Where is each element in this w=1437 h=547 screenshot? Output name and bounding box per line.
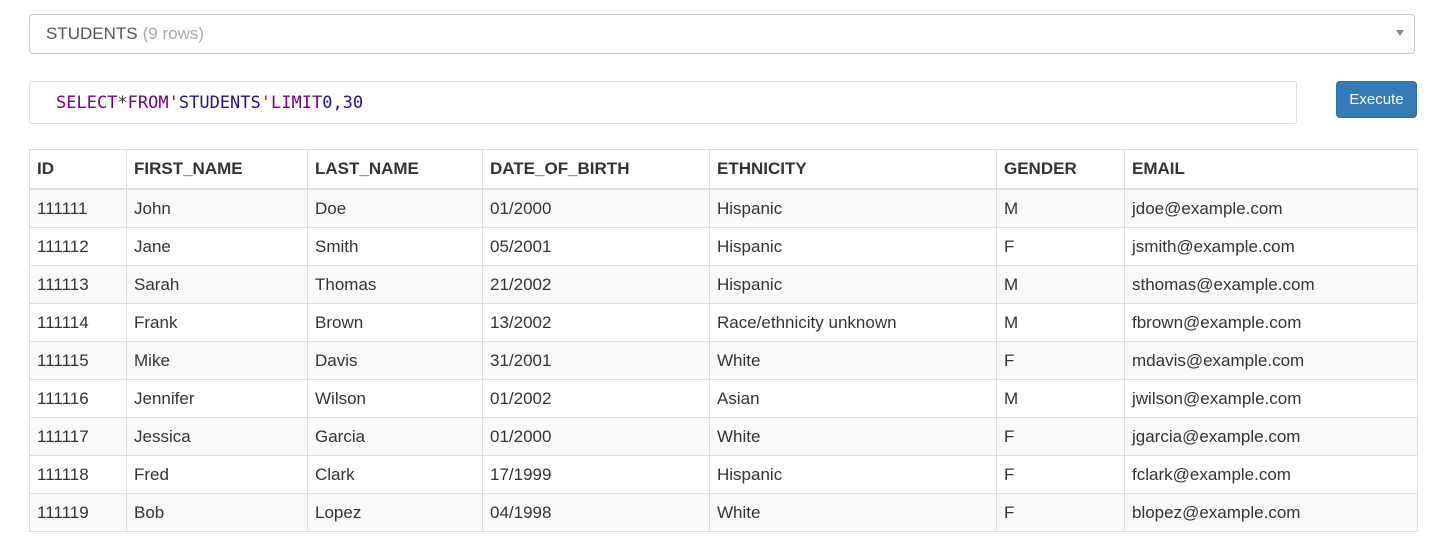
cell-ethnicity: Hispanic	[709, 455, 997, 494]
selected-table-row-count: (9 rows)	[142, 24, 205, 43]
results-header-row: ID FIRST_NAME LAST_NAME DATE_OF_BIRTH ET…	[29, 149, 1418, 190]
table-row[interactable]: 111116 Jennifer Wilson 01/2002 Asian Mjwilson…	[29, 379, 1418, 418]
selected-table-name: STUDENTS	[46, 24, 138, 43]
execute-button[interactable]: Execute	[1336, 81, 1417, 118]
cell-first-name: John	[126, 188, 308, 228]
column-header-date-of-birth[interactable]: DATE_OF_BIRTH	[482, 149, 710, 190]
cell-email: fclark@example.com	[1124, 455, 1418, 494]
sql-query-editor[interactable]: SELECT * FROM ' STUDENTS ' LIMIT 0,30	[29, 81, 1297, 124]
table-row[interactable]: 111119 Bob Lopez 04/1998 White Fblopez@exampl…	[29, 493, 1418, 532]
sql-star: *	[117, 92, 128, 113]
cell-ethnicity: Race/ethnicity unknown	[709, 303, 997, 342]
sql-table-name: STUDENTS	[178, 92, 261, 113]
cell-last-name: Lopez	[307, 493, 483, 532]
cell-email: fbrown@example.com	[1124, 303, 1418, 342]
cell-first-name: Sarah	[126, 265, 308, 304]
cell-last-name: Wilson	[307, 379, 483, 418]
cell-id: 111119	[29, 493, 127, 532]
results-table: ID FIRST_NAME LAST_NAME DATE_OF_BIRTH ET…	[29, 149, 1418, 532]
cell-email: blopez@example.com	[1124, 493, 1418, 532]
cell-ethnicity: White	[709, 493, 997, 532]
cell-gender: F	[996, 227, 1125, 266]
cell-date-of-birth: 13/2002	[482, 303, 710, 342]
cell-gender: M	[996, 303, 1125, 342]
cell-date-of-birth: 17/1999	[482, 455, 710, 494]
cell-id: 111116	[29, 379, 127, 418]
cell-last-name: Brown	[307, 303, 483, 342]
table-row[interactable]: 111111 John Doe 01/2000 Hispanic Mjdoe@exampl…	[29, 188, 1418, 228]
cell-date-of-birth: 04/1998	[482, 493, 710, 532]
sql-browser-page: STUDENTS (9 rows) SELECT * FROM ' STUDENT…	[0, 0, 1437, 547]
cell-gender: M	[996, 379, 1125, 418]
cell-id: 111111	[29, 188, 127, 228]
table-row[interactable]: 111112 Jane Smith 05/2001 Hispanic Fjsmith@ex…	[29, 227, 1418, 266]
cell-last-name: Garcia	[307, 417, 483, 456]
cell-email: sthomas@example.com	[1124, 265, 1418, 304]
cell-id: 111115	[29, 341, 127, 380]
cell-gender: F	[996, 341, 1125, 380]
cell-ethnicity: Hispanic	[709, 265, 997, 304]
cell-date-of-birth: 01/2000	[482, 188, 710, 228]
cell-gender: F	[996, 455, 1125, 494]
cell-date-of-birth: 05/2001	[482, 227, 710, 266]
cell-date-of-birth: 31/2001	[482, 341, 710, 380]
cell-email: mdavis@example.com	[1124, 341, 1418, 380]
table-row[interactable]: 111117 Jessica Garcia 01/2000 White Fjgarcia@…	[29, 417, 1418, 456]
cell-gender: F	[996, 493, 1125, 532]
cell-ethnicity: Asian	[709, 379, 997, 418]
cell-email: jwilson@example.com	[1124, 379, 1418, 418]
sql-quote-open: '	[168, 92, 179, 113]
cell-ethnicity: White	[709, 417, 997, 456]
cell-first-name: Jennifer	[126, 379, 308, 418]
cell-last-name: Doe	[307, 188, 483, 228]
cell-date-of-birth: 01/2000	[482, 417, 710, 456]
table-row[interactable]: 111113 Sarah Thomas 21/2002 Hispanic Msthomas…	[29, 265, 1418, 304]
table-select-dropdown[interactable]: STUDENTS (9 rows)	[29, 14, 1415, 54]
cell-last-name: Clark	[307, 455, 483, 494]
cell-gender: F	[996, 417, 1125, 456]
sql-keyword-from: FROM	[127, 92, 169, 113]
sql-quote-close: '	[260, 92, 272, 113]
cell-email: jdoe@example.com	[1124, 188, 1418, 228]
results-body: 111111 John Doe 01/2000 Hispanic Mjdoe@exampl…	[29, 188, 1418, 532]
cell-last-name: Smith	[307, 227, 483, 266]
cell-gender: M	[996, 265, 1125, 304]
cell-ethnicity: Hispanic	[709, 227, 997, 266]
cell-first-name: Mike	[126, 341, 308, 380]
cell-id: 111112	[29, 227, 127, 266]
table-row[interactable]: 111114 Frank Brown 13/2002 Race/ethnicity un…	[29, 303, 1418, 342]
cell-date-of-birth: 21/2002	[482, 265, 710, 304]
cell-first-name: Fred	[126, 455, 308, 494]
cell-last-name: Thomas	[307, 265, 483, 304]
cell-id: 111118	[29, 455, 127, 494]
cell-first-name: Jane	[126, 227, 308, 266]
cell-email: jgarcia@example.com	[1124, 417, 1418, 456]
cell-ethnicity: Hispanic	[709, 188, 997, 228]
table-row[interactable]: 111115 Mike Davis 31/2001 White Fmdavis@examp…	[29, 341, 1418, 380]
cell-id: 111114	[29, 303, 127, 342]
column-header-email[interactable]: EMAIL	[1124, 149, 1418, 190]
cell-first-name: Frank	[126, 303, 308, 342]
column-header-first-name[interactable]: FIRST_NAME	[126, 149, 308, 190]
sql-keyword-select: SELECT	[56, 92, 118, 113]
cell-last-name: Davis	[307, 341, 483, 380]
cell-id: 111117	[29, 417, 127, 456]
cell-email: jsmith@example.com	[1124, 227, 1418, 266]
sql-limit-value: 0,30	[322, 92, 364, 113]
column-header-ethnicity[interactable]: ETHNICITY	[709, 149, 997, 190]
sql-keyword-limit: LIMIT	[271, 92, 323, 113]
chevron-down-icon[interactable]	[1396, 30, 1404, 36]
cell-id: 111113	[29, 265, 127, 304]
column-header-id[interactable]: ID	[29, 149, 127, 190]
column-header-gender[interactable]: GENDER	[996, 149, 1125, 190]
cell-ethnicity: White	[709, 341, 997, 380]
column-header-last-name[interactable]: LAST_NAME	[307, 149, 483, 190]
cell-first-name: Jessica	[126, 417, 308, 456]
cell-first-name: Bob	[126, 493, 308, 532]
table-row[interactable]: 111118 Fred Clark 17/1999 Hispanic Ffclark@ex…	[29, 455, 1418, 494]
cell-gender: M	[996, 188, 1125, 228]
cell-date-of-birth: 01/2002	[482, 379, 710, 418]
